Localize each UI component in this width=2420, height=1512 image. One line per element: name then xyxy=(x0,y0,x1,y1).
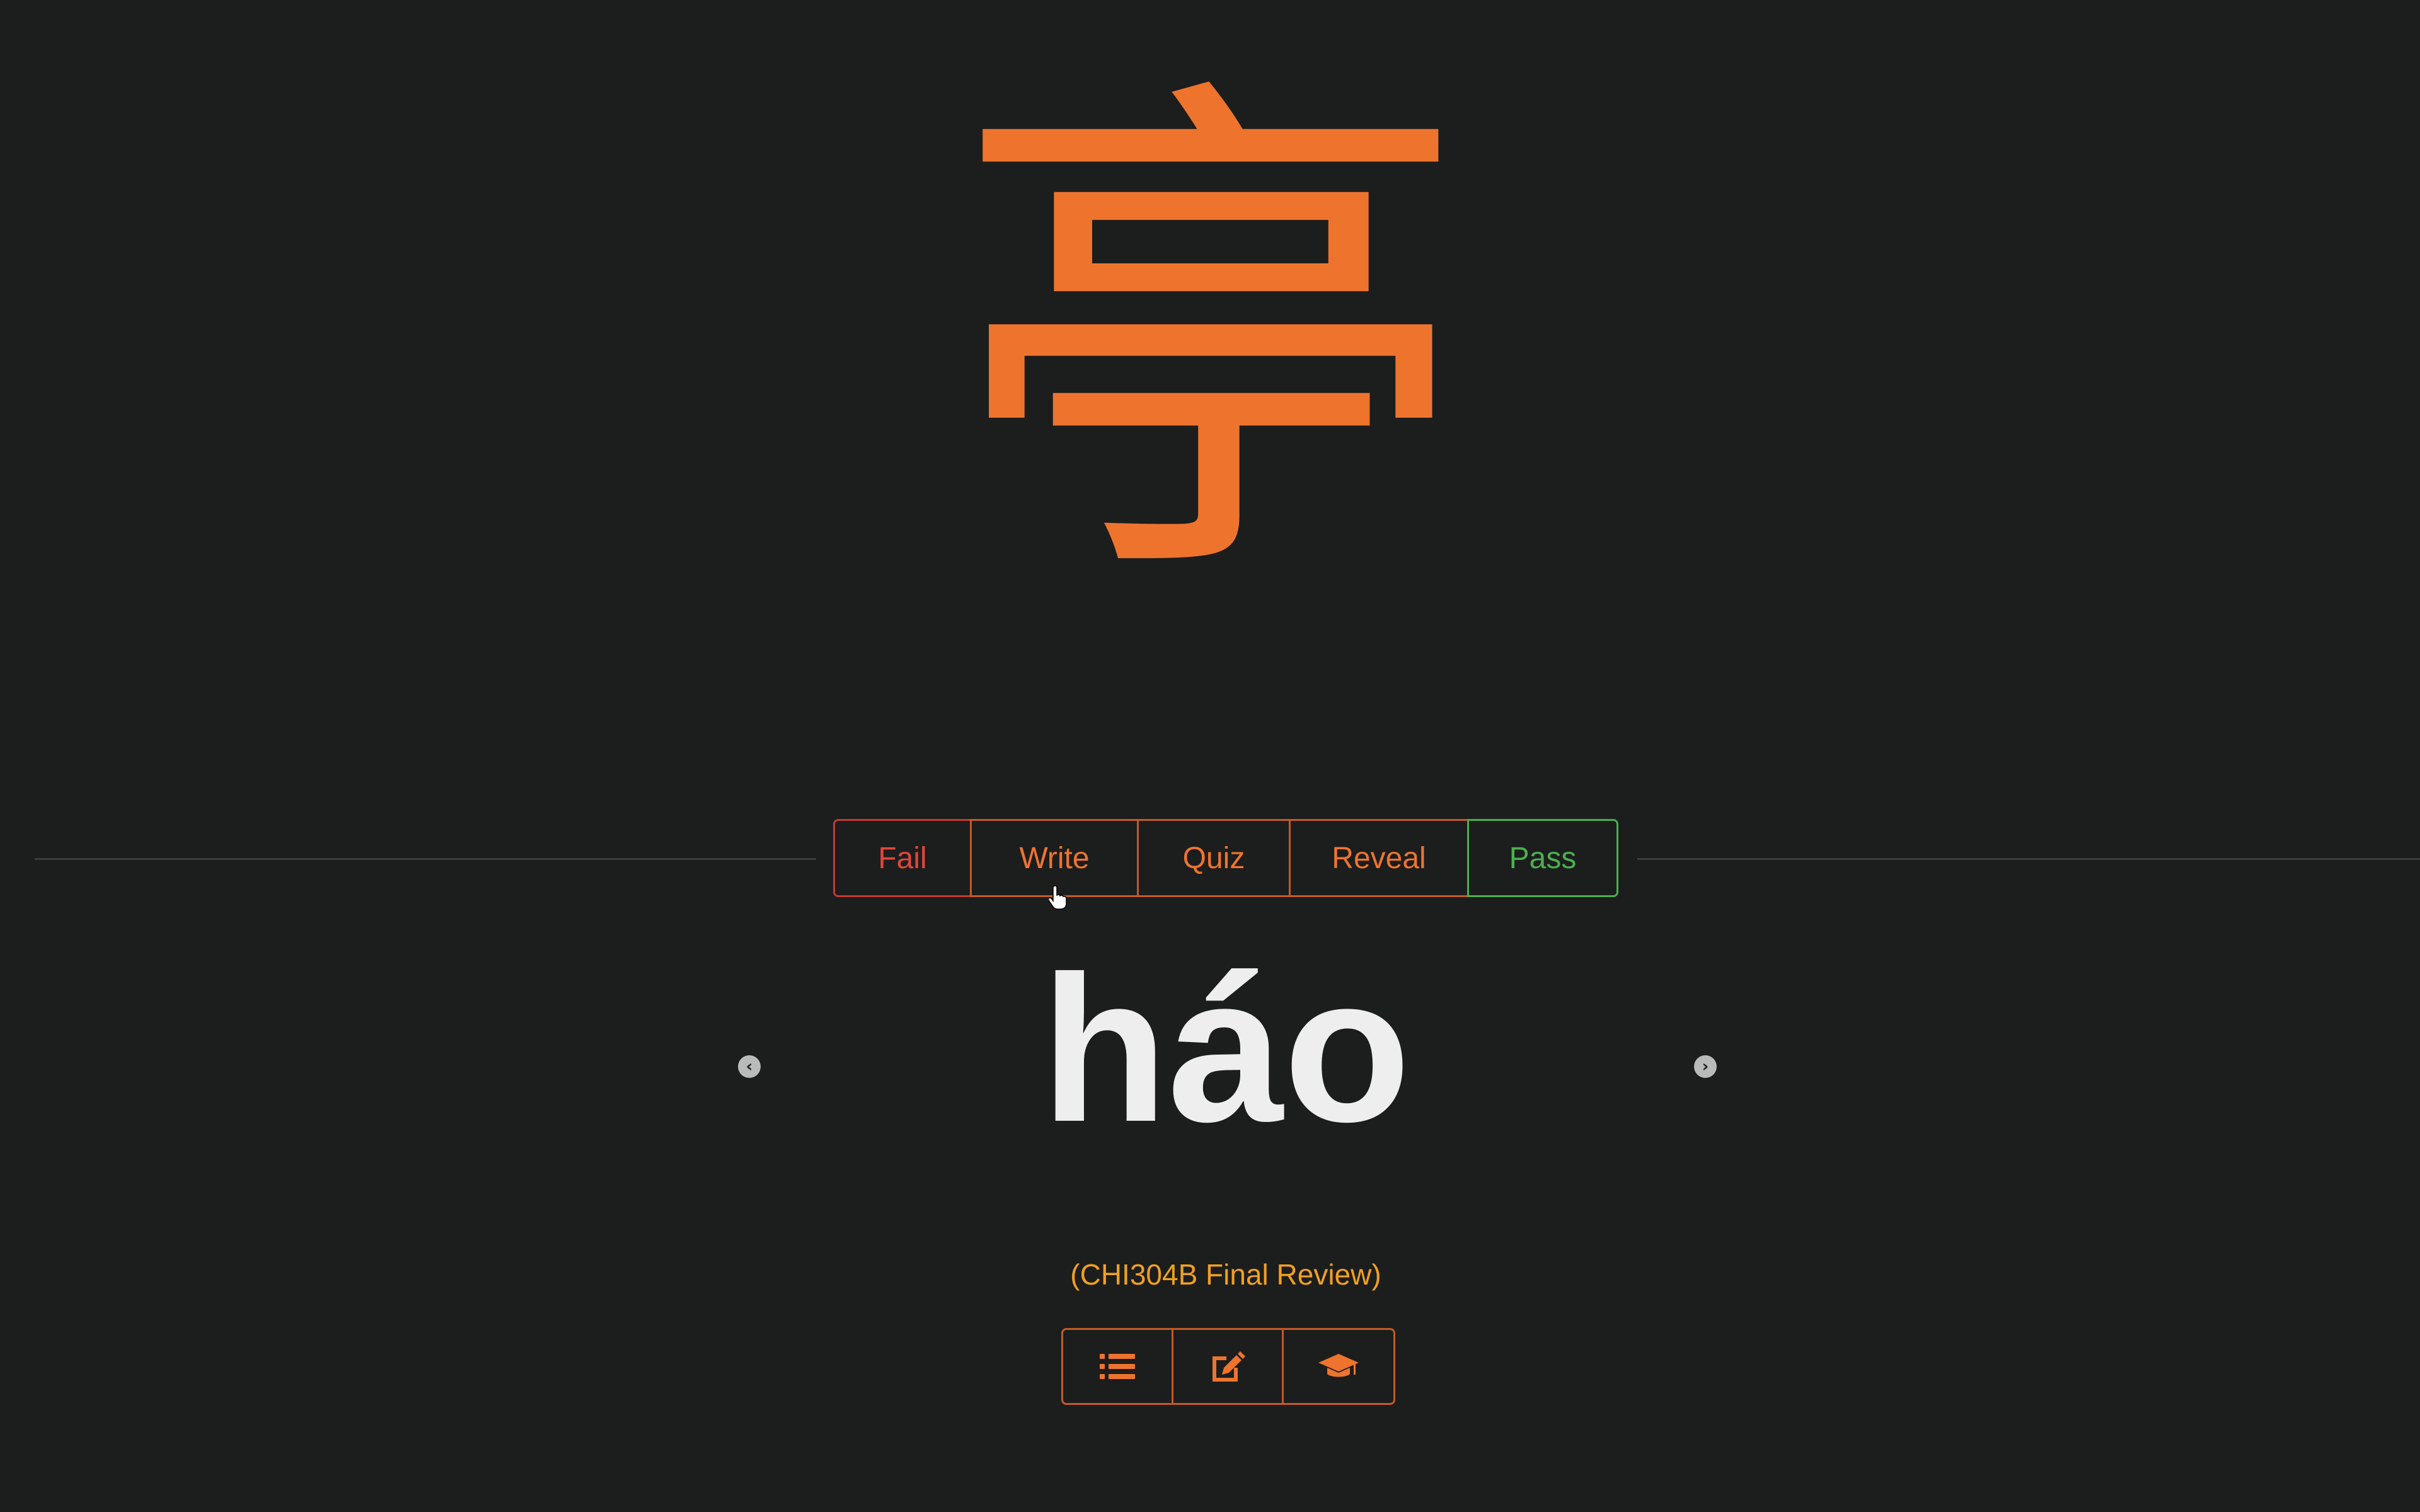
chevron-right-circle-icon: › xyxy=(1702,1057,1709,1076)
deck-label: (CHI304B Final Review) xyxy=(1070,1258,1381,1291)
previous-card-button[interactable]: ‹ xyxy=(738,1055,761,1078)
list-icon xyxy=(1100,1354,1135,1379)
reveal-button[interactable]: Reveal xyxy=(1289,819,1469,897)
divider-right xyxy=(1637,858,2420,860)
edit-icon xyxy=(1213,1351,1245,1382)
character-display: 亭 xyxy=(870,57,1550,624)
flashcard-screen: 亭 Fail Write Quiz Reveal Pass ‹ háo › (C… xyxy=(0,0,2420,1512)
pinyin-text: háo xyxy=(1040,932,1411,1165)
divider-left xyxy=(35,858,816,860)
chevron-left-circle-icon: ‹ xyxy=(746,1057,753,1076)
graduation-cap-icon xyxy=(1318,1354,1359,1377)
edit-button[interactable] xyxy=(1172,1328,1284,1405)
quiz-button[interactable]: Quiz xyxy=(1137,819,1291,897)
list-button[interactable] xyxy=(1061,1328,1173,1405)
action-button-group: Fail Write Quiz Reveal Pass xyxy=(833,819,1618,897)
fail-button[interactable]: Fail xyxy=(833,819,972,897)
card-toolbar xyxy=(1061,1328,1395,1405)
hanzi-character: 亭 xyxy=(952,40,1468,641)
next-card-button[interactable]: › xyxy=(1694,1055,1717,1078)
study-button[interactable] xyxy=(1282,1328,1395,1405)
pass-button[interactable]: Pass xyxy=(1467,819,1618,897)
mouse-pointer-icon xyxy=(1049,885,1067,910)
